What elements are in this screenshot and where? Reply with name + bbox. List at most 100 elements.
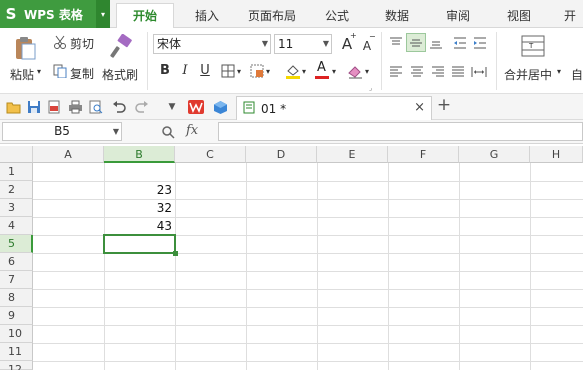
column-header-c[interactable]: C (175, 146, 246, 163)
new-tab-icon[interactable]: + (436, 95, 452, 115)
row-header-6[interactable]: 6 (0, 253, 33, 271)
tab-formulas[interactable]: 公式 (315, 6, 359, 26)
wps-logo-icon[interactable] (188, 99, 204, 115)
chevron-down-icon[interactable]: ▾ (237, 67, 241, 76)
cell-b2[interactable]: 23 (104, 181, 175, 199)
column-header-b[interactable]: B (104, 146, 175, 163)
column-header-g[interactable]: G (459, 146, 530, 163)
tab-home[interactable]: 开始 (116, 3, 174, 29)
cell-style-icon[interactable] (249, 63, 265, 79)
merge-center-label[interactable]: 合并居中 (504, 66, 552, 83)
decrease-indent-icon[interactable] (452, 35, 468, 51)
chevron-down-icon: ▼ (322, 39, 329, 48)
underline-button[interactable]: U (196, 62, 214, 80)
undo-icon[interactable] (111, 99, 127, 115)
formula-input[interactable] (218, 122, 583, 141)
tab-insert[interactable]: 插入 (185, 6, 229, 26)
chevron-down-icon: ▼ (261, 39, 268, 48)
tab-page-layout[interactable]: 页面布局 (240, 6, 304, 26)
row-header-10[interactable]: 10 (0, 325, 33, 343)
column-header-f[interactable]: F (388, 146, 459, 163)
copy-button[interactable]: 复制 (70, 65, 94, 82)
chevron-down-icon[interactable]: ▾ (365, 67, 369, 76)
tab-data[interactable]: 数据 (375, 6, 419, 26)
export-pdf-icon[interactable] (46, 99, 62, 115)
distributed-align-icon[interactable] (470, 64, 488, 80)
open-folder-icon[interactable] (5, 99, 21, 115)
chevron-down-icon[interactable]: ▾ (557, 67, 561, 76)
scissors-icon[interactable] (52, 34, 68, 50)
name-box[interactable]: B5 ▼ (2, 122, 122, 141)
font-size-select[interactable]: 11 ▼ (274, 34, 332, 54)
tab-review[interactable]: 审阅 (436, 6, 480, 26)
row-header-1[interactable]: 1 (0, 163, 33, 181)
select-all-corner[interactable] (0, 146, 33, 163)
row-header-2[interactable]: 2 (0, 181, 33, 199)
column-header-d[interactable]: D (246, 146, 317, 163)
row-header-4[interactable]: 4 (0, 217, 33, 235)
align-bottom-icon[interactable] (428, 35, 444, 51)
active-cell-b5[interactable] (103, 234, 176, 254)
customize-toolbar-icon[interactable]: ▼ (164, 99, 180, 115)
row-header-5[interactable]: 5 (0, 235, 33, 253)
grid-line (33, 361, 583, 362)
tab-developer[interactable]: 开 (557, 6, 583, 26)
font-settings-launcher-icon[interactable]: ⌟ (369, 84, 372, 92)
close-tab-icon[interactable]: × (414, 100, 425, 115)
row-header-8[interactable]: 8 (0, 289, 33, 307)
align-left-icon[interactable] (388, 64, 404, 80)
cut-button[interactable]: 剪切 (70, 35, 94, 52)
print-preview-icon[interactable] (88, 99, 104, 115)
format-painter-label[interactable]: 格式刷 (102, 66, 138, 83)
spreadsheet-grid[interactable]: A B C D E F G H 1 2 3 4 5 6 7 8 9 10 11 … (0, 146, 583, 370)
format-painter-icon[interactable] (107, 33, 135, 61)
save-icon[interactable] (26, 99, 42, 115)
column-header-e[interactable]: E (317, 146, 388, 163)
tab-view[interactable]: 视图 (497, 6, 541, 26)
row-header-3[interactable]: 3 (0, 199, 33, 217)
zoom-search-icon[interactable] (160, 124, 176, 140)
font-name-select[interactable]: 宋体 ▼ (153, 34, 271, 54)
paste-label[interactable]: 粘贴 (10, 66, 34, 83)
font-size-value: 11 (278, 37, 294, 51)
redo-icon[interactable] (134, 99, 150, 115)
row-header-11[interactable]: 11 (0, 343, 33, 361)
paste-dropdown-icon[interactable]: ▾ (37, 67, 41, 76)
row-header-7[interactable]: 7 (0, 271, 33, 289)
font-color-button[interactable]: A (313, 60, 331, 80)
align-center-icon[interactable] (409, 64, 425, 80)
fill-color-icon[interactable] (284, 62, 302, 80)
italic-button[interactable]: I (176, 62, 194, 80)
align-top-icon[interactable] (388, 35, 404, 51)
borders-icon[interactable] (220, 63, 236, 79)
paste-icon[interactable] (12, 34, 38, 62)
merge-center-icon[interactable]: T (520, 34, 546, 58)
chevron-down-icon[interactable]: ▾ (302, 67, 306, 76)
align-middle-icon[interactable] (406, 33, 426, 52)
document-tab[interactable]: 01 * × (236, 96, 432, 120)
align-right-icon[interactable] (430, 64, 446, 80)
wps-app-menu[interactable]: S WPS 表格 ▾ (0, 0, 110, 28)
increase-indent-icon[interactable] (472, 35, 488, 51)
column-header-h[interactable]: H (530, 146, 583, 163)
cell-b4[interactable]: 43 (104, 217, 175, 235)
copy-icon[interactable] (52, 63, 68, 79)
svg-text:T: T (528, 42, 534, 50)
print-icon[interactable] (67, 99, 83, 115)
justify-icon[interactable] (450, 64, 466, 80)
chevron-down-icon[interactable]: ▾ (266, 67, 270, 76)
row-header-9[interactable]: 9 (0, 307, 33, 325)
chevron-down-icon[interactable]: ▾ (332, 67, 336, 76)
grid-line (317, 163, 318, 370)
insert-function-button[interactable]: fx (186, 123, 198, 138)
app-menu-dropdown-icon[interactable]: ▾ (96, 0, 110, 28)
bold-button[interactable]: B (156, 62, 174, 80)
row-header-12[interactable]: 12 (0, 361, 33, 370)
fill-handle[interactable] (173, 251, 178, 256)
autofit-label[interactable]: 自 (571, 66, 583, 83)
column-header-a[interactable]: A (33, 146, 104, 163)
clear-format-icon[interactable] (346, 62, 364, 80)
cell-b3[interactable]: 32 (104, 199, 175, 217)
cube-icon[interactable] (212, 99, 228, 115)
chevron-down-icon[interactable]: ▼ (113, 123, 119, 140)
